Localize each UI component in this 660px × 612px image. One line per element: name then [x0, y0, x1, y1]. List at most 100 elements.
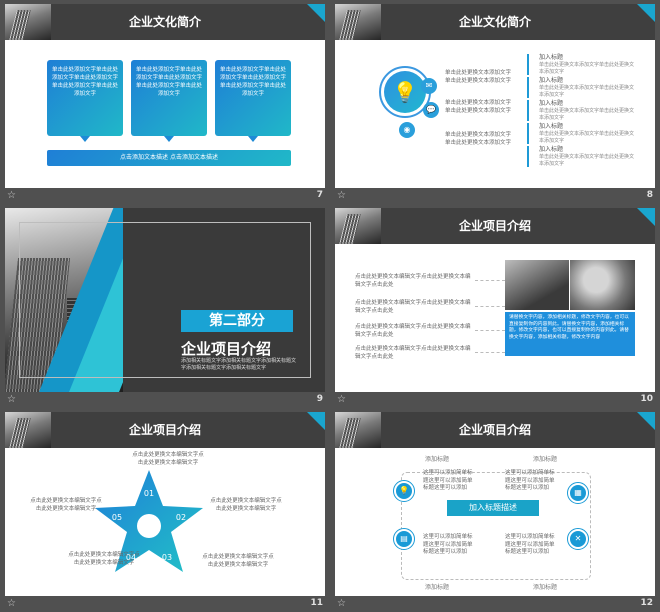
- star-icon[interactable]: ☆: [337, 190, 346, 201]
- slide-canvas: 企业项目介绍 点击此处更换文本编辑文字点击此处更换文本编辑文字点击此处 点击此处…: [335, 208, 655, 392]
- item-text: 单击此处更换文本添加文字单击此处更换文本添加文字: [539, 85, 635, 98]
- mail-icon: ✉: [421, 78, 437, 94]
- star-icon[interactable]: ☆: [7, 190, 16, 201]
- thumb-footer: ☆ 8: [335, 190, 655, 204]
- slide-thumb-8[interactable]: 企业文化简介 💡 ✉ 💬 ◉ 单击此处更换文本添加文字单击此处更换文本添加文字 …: [335, 4, 655, 204]
- connector-line: [475, 330, 505, 331]
- item-text: 单击此处更换文本添加文字单击此处更换文本添加文字: [539, 62, 635, 75]
- icon-desc-3: 单击此处更换文本添加文字单击此处更换文本添加文字: [445, 132, 512, 146]
- camera-icon: ◉: [399, 122, 415, 138]
- corner-desc: 这里可以添加简单标题这里可以添加简单标题这里可以添加: [505, 470, 555, 491]
- slide-thumb-12[interactable]: 企业项目介绍 添加标题 添加标题 添加标题 添加标题 💡 ▦ ▤ ✕ 这里可以添…: [335, 412, 655, 612]
- slide-title: 企业项目介绍: [458, 423, 531, 437]
- tools-circle: ✕: [567, 528, 589, 550]
- corner-desc: 这里可以添加简单标题这里可以添加简单标题这里可以添加: [505, 534, 555, 555]
- petal-label: 02: [176, 513, 186, 522]
- slide-number: 11: [310, 598, 323, 608]
- slide-header: 企业文化简介: [5, 4, 325, 40]
- header-accent: [637, 412, 655, 430]
- petal-label: 03: [162, 553, 172, 562]
- thumb-footer: ☆ 7: [5, 190, 325, 204]
- slide-header: 企业项目介绍: [5, 412, 325, 448]
- slide-number: 10: [640, 394, 653, 404]
- connector-line: [475, 306, 505, 307]
- item-text: 单击此处更换文本添加文字单击此处更换文本添加文字: [539, 154, 635, 167]
- lightbulb-icon: 💡: [384, 71, 426, 113]
- petal-desc: 点击此处更换文本编辑文字点击此处更换文本编辑文字: [68, 552, 140, 566]
- text-line: 点击此处更换文本编辑文字点击此处更换文本编辑文字点击此处: [355, 274, 471, 288]
- text-box-3: 单击此处添加文字单击此处添加文字单击此处添加文字单击此处添加文字单击此处添加文字: [215, 60, 291, 136]
- petal-desc: 点击此处更换文本编辑文字点击此处更换文本编辑文字: [210, 498, 282, 512]
- item-title: 加入标题: [539, 100, 564, 107]
- tools-icon: ✕: [570, 531, 586, 547]
- petal-desc: 点击此处更换文本编辑文字点击此处更换文本编辑文字: [202, 554, 274, 568]
- slide-thumb-10[interactable]: 企业项目介绍 点击此处更换文本编辑文字点击此处更换文本编辑文字点击此处 点击此处…: [335, 208, 655, 408]
- item-text: 单击此处更换文本添加文字单击此处更换文本添加文字: [539, 108, 635, 121]
- slide-canvas: 企业项目介绍 添加标题 添加标题 添加标题 添加标题 💡 ▦ ▤ ✕ 这里可以添…: [335, 412, 655, 596]
- slide-canvas: 企业文化简介 💡 ✉ 💬 ◉ 单击此处更换文本添加文字单击此处更换文本添加文字 …: [335, 4, 655, 188]
- summary-bar: 点击添加文本描述 点击添加文本描述: [47, 150, 291, 166]
- info-box: 请替换文字内容，添加相关标题，修改文字内容，也可以直接复制你的内容到此。请替换文…: [505, 312, 635, 356]
- petal-label: 01: [144, 489, 154, 498]
- list-item: 加入标题 单击此处更换文本添加文字单击此处更换文本添加文字: [527, 54, 635, 75]
- icon-desc-2: 单击此处更换文本添加文字单击此处更换文本添加文字: [445, 100, 512, 114]
- down-arrow-icon: [164, 136, 174, 142]
- text-line: 点击此处更换文本编辑文字点击此处更换文本编辑文字点击此处: [355, 346, 471, 360]
- header-accent: [307, 4, 325, 22]
- slide-thumb-9[interactable]: 第二部分 企业项目介绍 添加相关标题文字添加相关标题文字添加相关标题文字添加相关…: [5, 208, 325, 408]
- lightbulb-icon: 💡: [396, 483, 412, 499]
- text-box-1: 单击此处添加文字单击此处添加文字单击此处添加文字单击此处添加文字单击此处添加文字: [47, 60, 123, 136]
- slide-title: 企业项目介绍: [458, 219, 531, 233]
- item-text: 单击此处更换文本添加文字单击此处更换文本添加文字: [539, 131, 635, 144]
- text-box-2: 单击此处添加文字单击此处添加文字单击此处添加文字单击此处添加文字单击此处添加文字: [131, 60, 207, 136]
- list-item: 加入标题 单击此处更换文本添加文字单击此处更换文本添加文字: [527, 146, 635, 167]
- list-item: 加入标题 单击此处更换文本添加文字单击此处更换文本添加文字: [527, 77, 635, 98]
- header-accent: [307, 412, 325, 430]
- petal-label: 05: [112, 513, 122, 522]
- text-line: 点击此处更换文本编辑文字点击此处更换文本编辑文字点击此处: [355, 300, 471, 314]
- header-accent: [637, 208, 655, 226]
- slide-thumb-11[interactable]: 企业项目介绍 01 02 03 04 05 点击此处更换文本编辑文字点击此处更换…: [5, 412, 325, 612]
- icon-desc-1: 单击此处更换文本添加文字单击此处更换文本添加文字: [445, 70, 512, 84]
- thumb-footer: ☆ 12: [335, 598, 655, 612]
- item-title: 加入标题: [539, 54, 564, 61]
- down-arrow-icon: [80, 136, 90, 142]
- slide-header: 企业项目介绍: [335, 208, 655, 244]
- slide-header: 企业项目介绍: [335, 412, 655, 448]
- connector-line: [475, 352, 505, 353]
- star-icon[interactable]: ☆: [337, 598, 346, 609]
- petal-desc: 点击此处更换文本编辑文字点击此处更换文本编辑文字: [30, 498, 102, 512]
- slide-canvas: 企业文化简介 单击此处添加文字单击此处添加文字单击此处添加文字单击此处添加文字单…: [5, 4, 325, 188]
- star-icon[interactable]: ☆: [337, 394, 346, 405]
- slide-title: 企业文化简介: [128, 15, 201, 29]
- chart-icon: ▦: [570, 485, 586, 501]
- section-subtitle: 添加相关标题文字添加相关标题文字添加相关标题文字添加相关标题文字添加相关标题文字: [181, 358, 297, 371]
- list-item: 加入标题 单击此处更换文本添加文字单击此处更换文本添加文字: [527, 100, 635, 121]
- team-photo: [570, 260, 635, 310]
- thumb-footer: ☆ 9: [5, 394, 325, 408]
- star-icon[interactable]: ☆: [7, 598, 16, 609]
- corner-label: 添加标题: [425, 456, 450, 463]
- text-line: 点击此处更换文本编辑文字点击此处更换文本编辑文字点击此处: [355, 324, 471, 338]
- slide-title: 企业项目介绍: [128, 423, 201, 437]
- chart-circle: ▦: [567, 482, 589, 504]
- corner-desc: 这里可以添加简单标题这里可以添加简单标题这里可以添加: [423, 470, 473, 491]
- bulb-circle: 💡: [393, 480, 415, 502]
- thumb-footer: ☆ 11: [5, 598, 325, 612]
- section-label: 第二部分: [181, 310, 293, 332]
- laptop-photo: [505, 260, 569, 310]
- section-title: 企业项目介绍: [181, 340, 272, 358]
- header-accent: [637, 4, 655, 22]
- item-title: 加入标题: [539, 146, 564, 153]
- corner-label: 添加标题: [533, 584, 558, 591]
- slide-title: 企业文化简介: [458, 15, 531, 29]
- chat-icon: 💬: [423, 102, 439, 118]
- slide-header: 企业文化简介: [335, 4, 655, 40]
- list-item: 加入标题 单击此处更换文本添加文字单击此处更换文本添加文字: [527, 123, 635, 144]
- slide-thumb-7[interactable]: 企业文化简介 单击此处添加文字单击此处添加文字单击此处添加文字单击此处添加文字单…: [5, 4, 325, 204]
- star-icon[interactable]: ☆: [7, 394, 16, 405]
- slide-number: 7: [316, 190, 323, 200]
- slide-number: 8: [646, 190, 653, 200]
- puzzle-center: [137, 514, 161, 538]
- corner-desc: 这里可以添加简单标题这里可以添加简单标题这里可以添加: [423, 534, 473, 555]
